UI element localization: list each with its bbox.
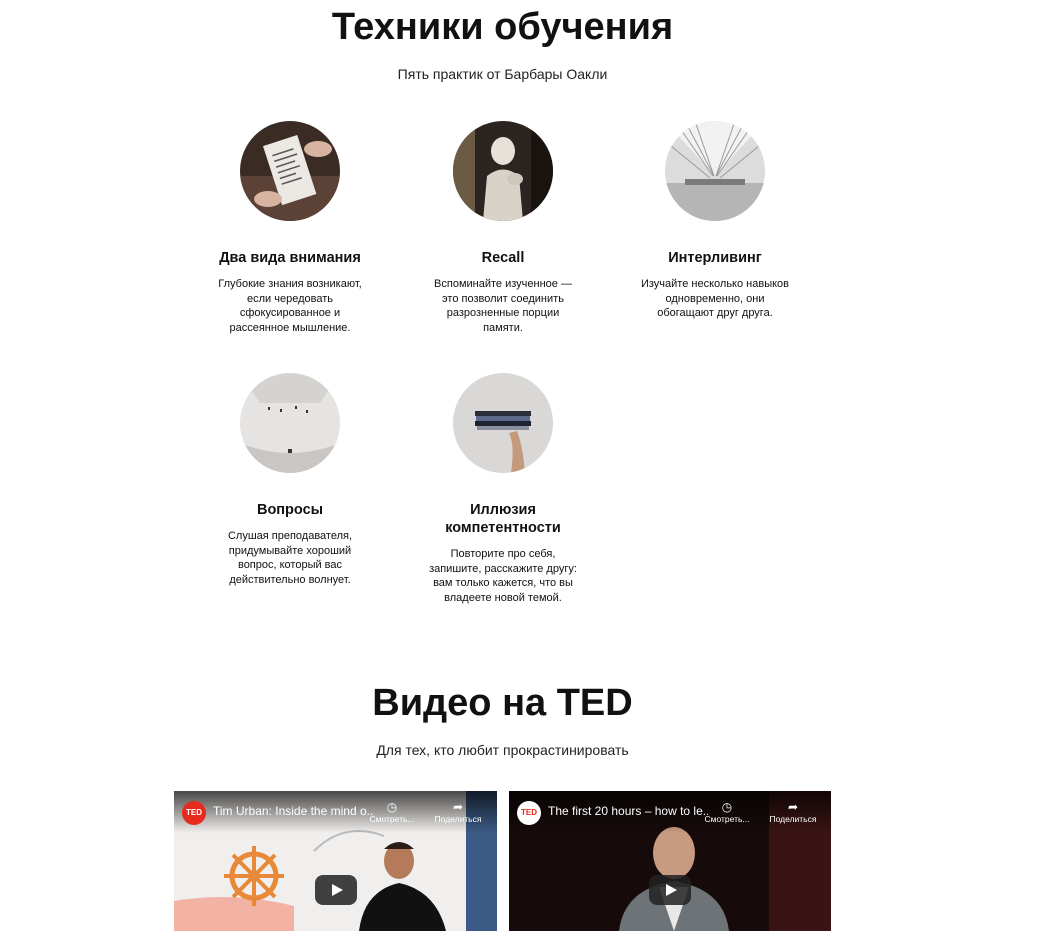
books-photo: [453, 373, 553, 473]
share-label: Поделиться: [434, 814, 482, 824]
videos-title: Видео на TED: [372, 682, 633, 724]
technique-title: Вопросы: [256, 502, 324, 518]
technique-card: Два вида внимания Глубокие знания возник…: [205, 121, 375, 335]
book-photo: [240, 121, 340, 221]
technique-title: Иллюзия компетентности: [445, 502, 561, 536]
video-title[interactable]: The first 20 hours – how to le...: [548, 804, 708, 818]
watch-later-button[interactable]: ◷ Смотреть...: [697, 800, 757, 825]
technique-title: Интерливинг: [668, 250, 762, 266]
technique-text: Изучайте несколько навыков одновременно,…: [640, 278, 789, 319]
technique-title: Два вида внимания: [219, 250, 361, 266]
hall-photo: [665, 121, 765, 221]
technique-title: Recall: [481, 250, 525, 266]
watch-later-button[interactable]: ◷ Смотреть...: [362, 800, 422, 825]
share-label: Поделиться: [769, 814, 817, 824]
statue-photo: [453, 121, 553, 221]
share-button[interactable]: ➦ Поделиться: [763, 800, 823, 825]
technique-text: Слушая преподавателя, придумывайте хорош…: [227, 530, 353, 586]
share-icon: ➦: [787, 800, 799, 814]
technique-card: Recall Вспоминайте изученное — это позво…: [418, 121, 588, 335]
room-photo: [240, 373, 340, 473]
video-embed[interactable]: TED The first 20 hours – how to le... ◷ …: [509, 791, 831, 931]
technique-card: Иллюзия компетентности Повторите про себ…: [418, 373, 588, 605]
ted-logo-icon[interactable]: TED: [517, 801, 541, 825]
play-button[interactable]: [649, 875, 691, 905]
clock-icon: ◷: [386, 800, 398, 814]
watch-later-label: Смотреть...: [704, 814, 750, 824]
video-title[interactable]: Tim Urban: Inside the mind o...: [213, 804, 373, 818]
ted-logo-icon[interactable]: TED: [182, 801, 206, 825]
clock-icon: ◷: [721, 800, 733, 814]
play-button[interactable]: [314, 875, 357, 905]
video-embed[interactable]: TED Tim Urban: Inside the mind o... ◷ См…: [174, 791, 497, 931]
videos-subtitle: Для тех, кто любит прокрастинировать: [376, 742, 629, 758]
technique-text: Глубокие знания возникают, если чередова…: [218, 278, 362, 334]
technique-card: Вопросы Слушая преподавателя, придумывай…: [205, 373, 375, 587]
share-button[interactable]: ➦ Поделиться: [428, 800, 488, 825]
share-icon: ➦: [452, 800, 464, 814]
technique-text: Вспоминайте изученное — это позволит сое…: [434, 278, 572, 334]
technique-card: Интерливинг Изучайте несколько навыков о…: [630, 121, 800, 321]
watch-later-label: Смотреть...: [369, 814, 415, 824]
technique-text: Повторите про себя, запишите, расскажите…: [429, 548, 577, 604]
techniques-title: Техники обучения: [331, 6, 674, 48]
techniques-subtitle: Пять практик от Барбары Оакли: [397, 66, 608, 82]
